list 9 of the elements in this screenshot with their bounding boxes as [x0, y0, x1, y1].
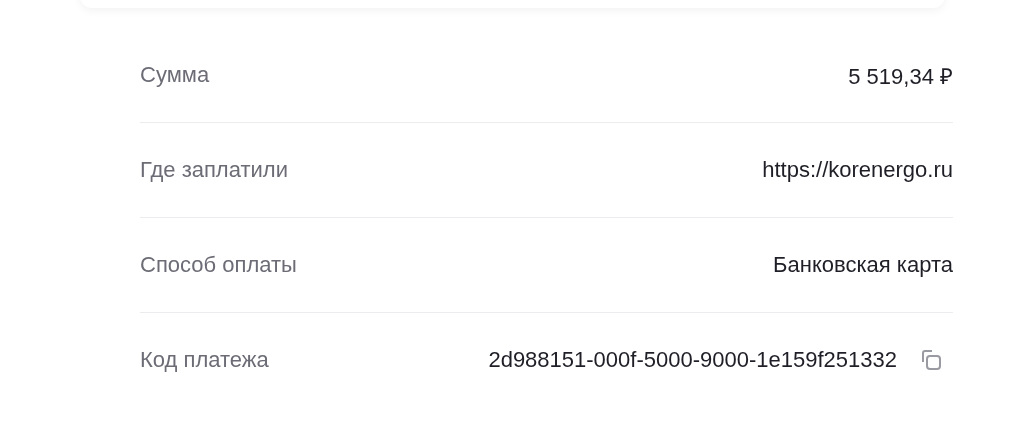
copy-icon[interactable] — [919, 348, 943, 372]
field-label: Способ оплаты — [140, 252, 297, 278]
field-value: 5 519,34 ₽ — [848, 63, 953, 90]
field-value: Банковская карта — [773, 252, 953, 278]
field-value: 2d988151-000f-5000-9000-1e159f251332 — [488, 347, 897, 373]
field-label: Где заплатили — [140, 157, 288, 183]
field-value: https://korenergo.ru — [762, 157, 953, 183]
field-label: Код платежа — [140, 347, 269, 373]
field-label: Сумма — [140, 62, 210, 88]
